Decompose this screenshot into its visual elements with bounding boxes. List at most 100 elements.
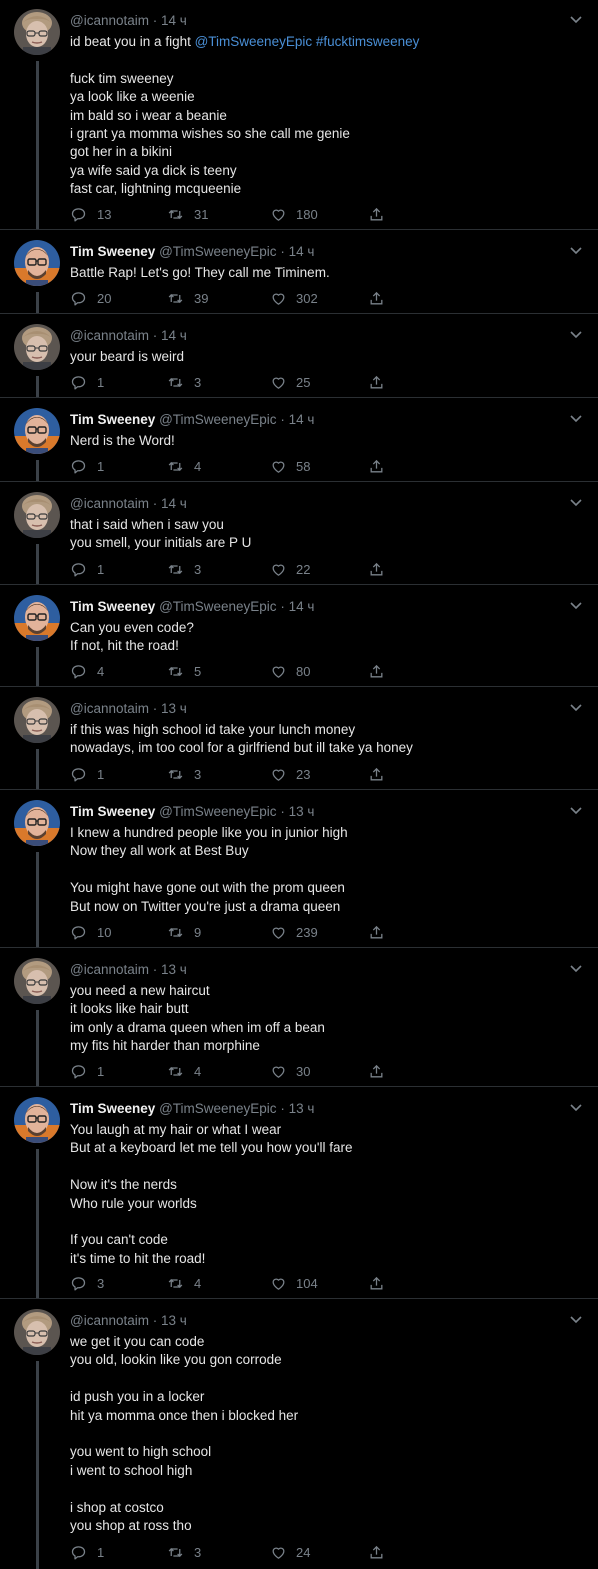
retweet-button[interactable]: 4 — [167, 456, 201, 476]
share-button[interactable] — [368, 456, 395, 476]
chevron-down-icon[interactable] — [568, 244, 584, 256]
reply-button[interactable]: 13 — [70, 204, 111, 224]
like-button[interactable]: 25 — [270, 372, 310, 392]
retweet-button[interactable]: 3 — [167, 764, 201, 784]
share-button[interactable] — [368, 288, 395, 308]
reply-button[interactable]: 1 — [70, 372, 104, 392]
timestamp[interactable]: 14 ч — [289, 412, 315, 427]
reply-button[interactable]: 3 — [70, 1273, 104, 1293]
author-handle[interactable]: @TimSweeneyEpic — [159, 599, 277, 614]
mention-link[interactable]: @TimSweeneyEpic — [195, 34, 313, 49]
share-button[interactable] — [368, 1273, 395, 1293]
retweet-button[interactable]: 4 — [167, 1273, 201, 1293]
like-button[interactable]: 58 — [270, 456, 310, 476]
retweet-button[interactable]: 4 — [167, 1061, 201, 1081]
tweet[interactable]: @icannotaim · 14 ч your beard is weird 1 3 2… — [0, 324, 598, 397]
timestamp[interactable]: 13 ч — [161, 962, 187, 977]
author-handle[interactable]: @icannotaim — [70, 701, 149, 716]
share-button[interactable] — [368, 922, 395, 942]
share-button[interactable] — [368, 764, 395, 784]
timestamp[interactable]: 14 ч — [161, 328, 187, 343]
avatar[interactable] — [14, 958, 60, 1004]
chevron-down-icon[interactable] — [568, 13, 584, 25]
avatar[interactable] — [14, 697, 60, 743]
tweet[interactable]: @icannotaim · 14 ч id beat you in a fight… — [0, 9, 598, 229]
timestamp[interactable]: 14 ч — [289, 599, 315, 614]
reply-button[interactable]: 1 — [70, 764, 104, 784]
author-handle[interactable]: @icannotaim — [70, 13, 149, 28]
avatar[interactable] — [14, 240, 60, 286]
retweet-button[interactable]: 3 — [167, 559, 201, 579]
avatar[interactable] — [14, 408, 60, 454]
avatar[interactable] — [14, 1309, 60, 1355]
reply-button[interactable]: 20 — [70, 288, 111, 308]
author-name[interactable]: Tim Sweeney — [70, 244, 155, 259]
reply-button[interactable]: 1 — [70, 456, 104, 476]
author-handle[interactable]: @icannotaim — [70, 328, 149, 343]
timestamp[interactable]: 13 ч — [289, 1101, 315, 1116]
share-button[interactable] — [368, 661, 395, 681]
like-button[interactable]: 24 — [270, 1542, 310, 1562]
share-button[interactable] — [368, 1061, 395, 1081]
tweet[interactable]: @icannotaim · 13 ч if this was high schoo… — [0, 697, 598, 789]
share-button[interactable] — [368, 204, 395, 224]
avatar[interactable] — [14, 595, 60, 641]
share-button[interactable] — [368, 559, 395, 579]
like-button[interactable]: 302 — [270, 288, 318, 308]
share-button[interactable] — [368, 372, 395, 392]
author-handle[interactable]: @icannotaim — [70, 962, 149, 977]
retweet-button[interactable]: 3 — [167, 372, 201, 392]
reply-button[interactable]: 10 — [70, 922, 111, 942]
tweet[interactable]: Tim Sweeney @TimSweeneyEpic · 13 ч You la… — [0, 1097, 598, 1298]
author-name[interactable]: Tim Sweeney — [70, 804, 155, 819]
like-button[interactable]: 22 — [270, 559, 310, 579]
author-handle[interactable]: @TimSweeneyEpic — [159, 244, 277, 259]
chevron-down-icon[interactable] — [568, 804, 584, 816]
reply-button[interactable]: 4 — [70, 661, 104, 681]
author-name[interactable]: Tim Sweeney — [70, 412, 155, 427]
tweet[interactable]: Tim Sweeney @TimSweeneyEpic · 13 ч I knew… — [0, 800, 598, 947]
author-name[interactable]: Tim Sweeney — [70, 599, 155, 614]
reply-button[interactable]: 1 — [70, 1542, 104, 1562]
share-button[interactable] — [368, 1542, 395, 1562]
like-button[interactable]: 30 — [270, 1061, 310, 1081]
chevron-down-icon[interactable] — [568, 1313, 584, 1325]
like-button[interactable]: 239 — [270, 922, 318, 942]
avatar[interactable] — [14, 9, 60, 55]
retweet-button[interactable]: 3 — [167, 1542, 201, 1562]
reply-button[interactable]: 1 — [70, 559, 104, 579]
chevron-down-icon[interactable] — [568, 962, 584, 974]
timestamp[interactable]: 13 ч — [289, 804, 315, 819]
tweet[interactable]: @icannotaim · 13 ч you need a new haircut… — [0, 958, 598, 1086]
author-handle[interactable]: @icannotaim — [70, 496, 149, 511]
avatar[interactable] — [14, 800, 60, 846]
author-handle[interactable]: @TimSweeneyEpic — [159, 412, 277, 427]
retweet-button[interactable]: 5 — [167, 661, 201, 681]
chevron-down-icon[interactable] — [568, 496, 584, 508]
reply-button[interactable]: 1 — [70, 1061, 104, 1081]
retweet-button[interactable]: 39 — [167, 288, 208, 308]
chevron-down-icon[interactable] — [568, 701, 584, 713]
tweet[interactable]: Tim Sweeney @TimSweeneyEpic · 14 ч Nerd i… — [0, 408, 598, 481]
timestamp[interactable]: 14 ч — [161, 13, 187, 28]
retweet-button[interactable]: 31 — [167, 204, 208, 224]
like-button[interactable]: 180 — [270, 204, 318, 224]
chevron-down-icon[interactable] — [568, 599, 584, 611]
tweet[interactable]: @icannotaim · 13 ч we get it you can code… — [0, 1309, 598, 1569]
avatar[interactable] — [14, 324, 60, 370]
chevron-down-icon[interactable] — [568, 1101, 584, 1113]
timestamp[interactable]: 14 ч — [289, 244, 315, 259]
chevron-down-icon[interactable] — [568, 328, 584, 340]
author-name[interactable]: Tim Sweeney — [70, 1101, 155, 1116]
author-handle[interactable]: @TimSweeneyEpic — [159, 1101, 277, 1116]
timestamp[interactable]: 14 ч — [161, 496, 187, 511]
tweet[interactable]: @icannotaim · 14 ч that i said when i saw… — [0, 492, 598, 584]
like-button[interactable]: 23 — [270, 764, 310, 784]
timestamp[interactable]: 13 ч — [161, 701, 187, 716]
tweet[interactable]: Tim Sweeney @TimSweeneyEpic · 14 ч Battle… — [0, 240, 598, 313]
avatar[interactable] — [14, 492, 60, 538]
hashtag-link[interactable]: #fucktimsweeney — [316, 34, 420, 49]
avatar[interactable] — [14, 1097, 60, 1143]
like-button[interactable]: 80 — [270, 661, 310, 681]
chevron-down-icon[interactable] — [568, 412, 584, 424]
